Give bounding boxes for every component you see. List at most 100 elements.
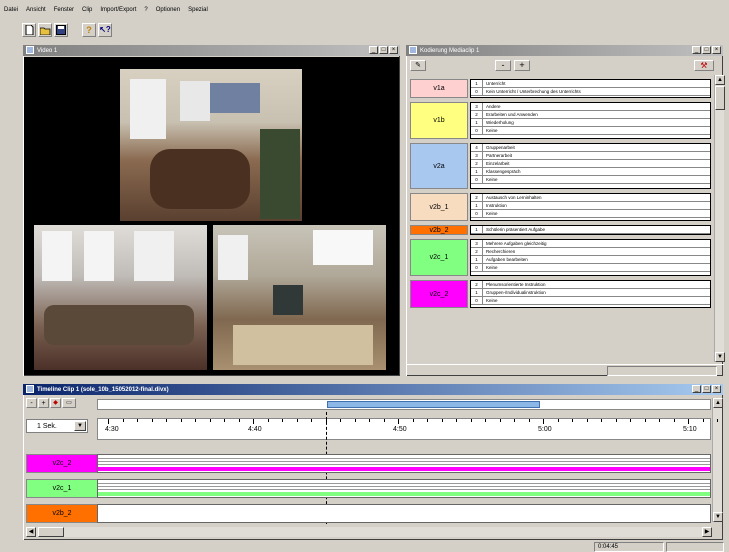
code-category-v1b[interactable]: v1b	[410, 102, 468, 139]
track-segment[interactable]	[98, 492, 710, 496]
scroll-thumb[interactable]	[715, 86, 725, 110]
minimize-button[interactable]: _	[692, 385, 701, 393]
jump-marker-icon[interactable]: ◆	[50, 398, 61, 408]
track-segment[interactable]	[98, 467, 710, 471]
code-value-row[interactable]: 0 Kein Unterricht / Unterbrechung des Unt…	[471, 88, 710, 96]
code-value-text: Wiederholung	[486, 120, 514, 125]
menu-clip[interactable]: Clip	[82, 7, 92, 13]
maximize-button[interactable]: □	[702, 46, 711, 54]
code-value-row[interactable]: 1 Instruktion	[471, 202, 710, 210]
ruler-tick	[151, 419, 153, 422]
menu-help[interactable]: ?	[144, 7, 147, 13]
timeline-selected-range[interactable]	[327, 401, 540, 408]
menu-optionen[interactable]: Optionen	[156, 7, 180, 13]
close-button[interactable]: ×	[712, 385, 721, 393]
code-value-row[interactable]: 4 Gruppenarbeit	[471, 144, 710, 152]
plus-button[interactable]: +	[514, 60, 530, 71]
code-values: 3 Mehrere Aufgaben gleichzeitig 2 Recherchi…	[470, 239, 711, 276]
track-lane[interactable]	[97, 479, 711, 498]
code-value-row[interactable]: 2 Einzelarbeit	[471, 160, 710, 168]
maximize-button[interactable]: □	[702, 385, 711, 393]
code-category-v1a[interactable]: v1a	[410, 79, 468, 98]
timeline-hscrollbar[interactable]: ◀ ▶	[26, 527, 712, 537]
code-value-row[interactable]: 3 Andere	[471, 103, 710, 111]
zoom-in-button[interactable]: +	[38, 398, 49, 408]
code-category-v2b-2[interactable]: v2b_2	[410, 225, 468, 235]
video-area[interactable]	[24, 57, 399, 375]
code-value-row[interactable]: 3 Partnerarbeit	[471, 152, 710, 160]
track-label-v2c-2[interactable]: v2c_2	[26, 454, 98, 473]
open-folder-icon[interactable]	[38, 23, 52, 37]
chevron-down-icon[interactable]: ▼	[74, 421, 86, 431]
track-label-v2c-1[interactable]: v2c_1	[26, 479, 98, 498]
code-value-row[interactable]: 1 Gruppen-/Individualinstruktion	[471, 289, 710, 297]
code-value-text: Keine	[486, 298, 498, 303]
timeline-selection-bar[interactable]	[97, 399, 711, 410]
menu-datei[interactable]: Datei	[4, 7, 18, 13]
classroom-camera-3	[213, 225, 386, 370]
code-value-row[interactable]: 0 Keine	[471, 127, 710, 135]
code-value-row[interactable]: 2 Austausch von Lerninhalten	[471, 194, 710, 202]
menu-ansicht[interactable]: Ansicht	[26, 7, 46, 13]
code-value-text: Partnerarbeit	[486, 153, 513, 158]
close-button[interactable]: ×	[389, 46, 398, 54]
timeline-scrollbar[interactable]: ▲ ▼	[712, 398, 723, 522]
scroll-up-button[interactable]: ▲	[715, 75, 725, 85]
code-value-row[interactable]: 1 Klassengespräch	[471, 168, 710, 176]
coding-window: Kodierung Mediaclip 1 _ □ × ✎ - + ⚒ v1a 1…	[404, 43, 725, 378]
edit-pencil-icon[interactable]: ✎	[410, 60, 426, 71]
close-button[interactable]: ×	[712, 46, 721, 54]
scroll-down-button[interactable]: ▼	[715, 352, 725, 362]
scale-select[interactable]: 1 Sek. ▼	[26, 419, 88, 433]
ruler-tick	[166, 419, 167, 422]
code-value-row[interactable]: 0 Keine	[471, 176, 710, 184]
track-lane[interactable]	[97, 454, 711, 473]
menu-fenster[interactable]: Fenster	[54, 7, 74, 13]
timeline-titlebar[interactable]: Timeline Clip 1 (sole_10b_15052012-final…	[23, 384, 723, 395]
scroll-left-button[interactable]: ◀	[26, 527, 36, 537]
minimize-button[interactable]: _	[369, 46, 378, 54]
scroll-down-button[interactable]: ▼	[713, 512, 723, 522]
code-value-row[interactable]: 1 Unterricht	[471, 80, 710, 88]
menu-spezial[interactable]: Spezial	[188, 7, 208, 13]
fit-view-icon[interactable]: ▭	[62, 398, 76, 408]
coding-scrollbar[interactable]: ▲ ▼	[714, 75, 725, 362]
save-icon[interactable]	[54, 23, 68, 37]
coding-window-titlebar[interactable]: Kodierung Mediaclip 1 _ □ ×	[406, 45, 723, 56]
settings-tool-icon[interactable]: ⚒	[694, 60, 714, 71]
maximize-button[interactable]: □	[379, 46, 388, 54]
code-value-row[interactable]: 0 Keine	[471, 264, 710, 272]
minimize-button[interactable]: _	[692, 46, 701, 54]
code-category-v2a[interactable]: v2a	[410, 143, 468, 189]
code-category-v2c-1[interactable]: v2c_1	[410, 239, 468, 276]
code-value-row[interactable]: 2 Plenumsorientierte Instruktion	[471, 281, 710, 289]
video-window-icon	[26, 46, 34, 54]
code-category-v2b-1[interactable]: v2b_1	[410, 193, 468, 221]
zoom-out-button[interactable]: -	[26, 398, 37, 408]
classroom-camera-1	[120, 69, 302, 221]
code-value-row[interactable]: 1 Schülerin präsentiert Aufgabe	[471, 226, 710, 234]
track-label-v2b-2[interactable]: v2b_2	[26, 504, 98, 523]
code-value-number: 1	[471, 289, 483, 296]
ruler-tick	[586, 419, 588, 422]
code-value-row[interactable]: 3 Mehrere Aufgaben gleichzeitig	[471, 240, 710, 248]
code-value-row[interactable]: 2 Erarbeiten und Anwenden	[471, 111, 710, 119]
code-value-row[interactable]: 0 Keine	[471, 210, 710, 218]
new-file-icon[interactable]	[22, 23, 36, 37]
scroll-right-button[interactable]: ▶	[702, 527, 712, 537]
code-value-row[interactable]: 2 Recherchieren	[471, 248, 710, 256]
code-category-v2c-2[interactable]: v2c_2	[410, 280, 468, 308]
code-value-row[interactable]: 0 Keine	[471, 297, 710, 305]
track-lane[interactable]	[97, 504, 711, 523]
context-help-icon[interactable]: ↖?	[98, 23, 112, 37]
minus-button[interactable]: -	[495, 60, 511, 71]
help-icon[interactable]: ?	[82, 23, 96, 37]
code-value-row[interactable]: 1 Wiederholung	[471, 119, 710, 127]
scroll-thumb[interactable]	[38, 527, 64, 537]
code-values: 1 Unterricht 0 Kein Unterricht / Unterbrech…	[470, 79, 711, 98]
video-window-titlebar[interactable]: Video 1 _ □ ×	[23, 45, 400, 56]
code-value-row[interactable]: 1 Aufgaben bearbeiten	[471, 256, 710, 264]
menu-import-export[interactable]: Import/Export	[100, 7, 136, 13]
code-value-number: 2	[471, 111, 483, 118]
scroll-up-button[interactable]: ▲	[713, 398, 723, 408]
